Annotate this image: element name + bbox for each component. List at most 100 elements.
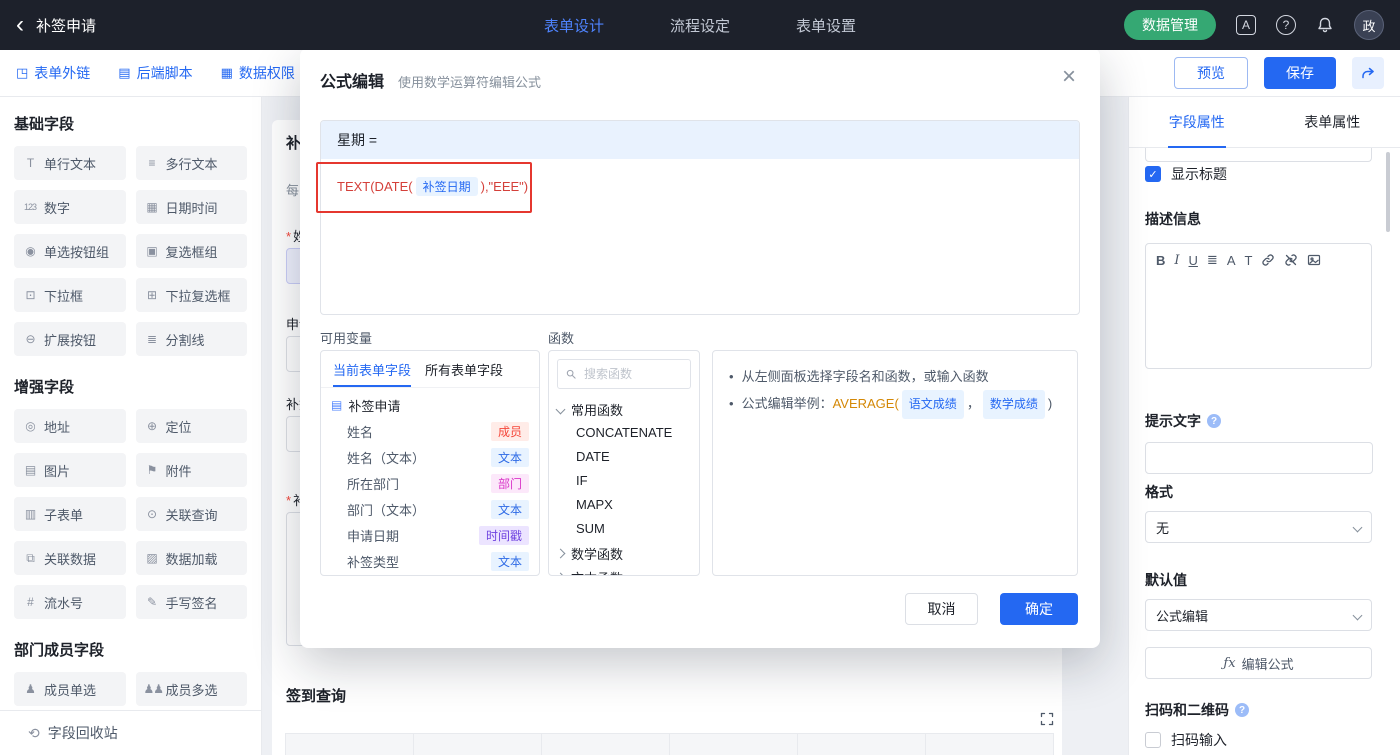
language-icon[interactable]: A bbox=[1236, 15, 1256, 35]
sidebar-item-subform[interactable]: ▥ 子表单 bbox=[14, 497, 126, 531]
italic-icon[interactable]: I bbox=[1174, 253, 1179, 268]
help-example-line: • 公式编辑举例：AVERAGE(语文成绩，数学成绩) bbox=[729, 390, 1061, 419]
sidebar-item-data-load[interactable]: ▨ 数据加载 bbox=[135, 541, 247, 575]
function-item[interactable]: IF bbox=[549, 469, 699, 493]
sidebar-item-lookup-query[interactable]: ⊙ 关联查询 bbox=[135, 497, 247, 531]
function-group-common[interactable]: 常用函数 bbox=[549, 397, 699, 421]
sidebar-item-multi-select[interactable]: ⊞ 下拉复选框 bbox=[135, 278, 247, 312]
font-size-icon[interactable]: T bbox=[1245, 253, 1253, 268]
help-icon[interactable]: ? bbox=[1276, 15, 1296, 35]
unlink-icon[interactable] bbox=[1284, 253, 1298, 267]
variable-row[interactable]: 申请日期 时间戳 bbox=[321, 522, 539, 548]
chevron-down-icon bbox=[555, 404, 566, 414]
variable-row[interactable]: 姓名（文本） 文本 bbox=[321, 444, 539, 470]
address-icon: ◎ bbox=[25, 419, 35, 433]
functions-panel: 常用函数 CONCATENATE DATE IF MAPX SUM 数学函数 文… bbox=[548, 350, 700, 576]
tab-all-form-fields[interactable]: 所有表单字段 bbox=[425, 351, 503, 387]
form-node[interactable]: ▤ 补签申请 bbox=[321, 392, 539, 418]
function-item[interactable]: MAPX bbox=[549, 493, 699, 517]
share-button[interactable] bbox=[1352, 57, 1384, 89]
function-search-input[interactable] bbox=[581, 366, 682, 382]
tab-field-properties[interactable]: 字段属性 bbox=[1129, 97, 1265, 147]
variable-row[interactable]: 部门（文本） 文本 bbox=[321, 496, 539, 522]
scan-help-icon[interactable]: ? bbox=[1235, 703, 1249, 717]
sidebar-item-image[interactable]: ▤ 图片 bbox=[14, 453, 126, 487]
sidebar-item-attachment[interactable]: ⚑ 附件 bbox=[135, 453, 247, 487]
insert-image-icon[interactable] bbox=[1307, 253, 1321, 267]
hint-text-label: 提示文字 ? bbox=[1145, 411, 1221, 431]
topbar: ‹ 补签申请 表单设计 流程设定 表单设置 数据管理 A ? 政 bbox=[0, 0, 1400, 50]
variable-row[interactable]: 所在部门 部门 bbox=[321, 470, 539, 496]
back-icon[interactable]: ‹ bbox=[16, 13, 24, 37]
sidebar-item-single-line-text[interactable]: T 单行文本 bbox=[14, 146, 126, 180]
avatar[interactable]: 政 bbox=[1354, 10, 1384, 40]
hint-text-input[interactable] bbox=[1145, 442, 1373, 474]
backend-script-label: 后端脚本 bbox=[136, 65, 193, 81]
close-icon[interactable]: × bbox=[1062, 60, 1076, 94]
sidebar-item-signature[interactable]: ✎ 手写签名 bbox=[135, 585, 247, 619]
show-title-checkbox[interactable]: ✓ 显示标题 bbox=[1145, 164, 1227, 184]
bell-icon[interactable] bbox=[1316, 16, 1334, 34]
confirm-button[interactable]: 确定 bbox=[1000, 593, 1078, 625]
format-select[interactable]: 无 bbox=[1145, 511, 1372, 543]
sidebar-item-select[interactable]: ⊡ 下拉框 bbox=[14, 278, 126, 312]
cancel-button[interactable]: 取消 bbox=[905, 593, 978, 625]
function-item[interactable]: DATE bbox=[549, 445, 699, 469]
link-icon[interactable] bbox=[1261, 253, 1275, 267]
sidebar-item-radio-group[interactable]: ◉ 单选按钮组 bbox=[14, 234, 126, 268]
sidebar-item-location[interactable]: ⊕ 定位 bbox=[135, 409, 247, 443]
linked-data-icon: ⧉ bbox=[26, 550, 35, 565]
nav-tab-form-design[interactable]: 表单设计 bbox=[544, 15, 604, 36]
formula-editor[interactable]: 星期 = TEXT(DATE(补签日期),"EEE") bbox=[320, 120, 1080, 315]
formula-help-panel: • 从左侧面板选择字段名和函数，或输入函数 • 公式编辑举例：AVERAGE(语文成… bbox=[712, 350, 1078, 576]
data-permission-label: 数据权限 bbox=[238, 65, 295, 81]
tab-form-properties[interactable]: 表单属性 bbox=[1265, 97, 1400, 147]
sidebar-item-extend-button[interactable]: ⊖ 扩展按钮 bbox=[14, 322, 126, 356]
function-item[interactable]: SUM bbox=[549, 517, 699, 541]
function-item[interactable]: CONCATENATE bbox=[549, 421, 699, 445]
default-value-select[interactable]: 公式编辑 bbox=[1145, 599, 1372, 631]
sidebar-item-address[interactable]: ◎ 地址 bbox=[14, 409, 126, 443]
function-group-math[interactable]: 数学函数 bbox=[549, 541, 699, 565]
variable-row[interactable]: 姓名 成员 bbox=[321, 418, 539, 444]
bold-icon[interactable]: B bbox=[1156, 253, 1165, 268]
data-permission-link[interactable]: ▦ 数据权限 bbox=[221, 63, 295, 83]
preview-button[interactable]: 预览 bbox=[1174, 57, 1248, 89]
sidebar-item-number[interactable]: 123 数字 bbox=[14, 190, 126, 224]
data-manage-button[interactable]: 数据管理 bbox=[1124, 10, 1216, 40]
sidebar-item-member-single[interactable]: ♟ 成员单选 bbox=[14, 672, 126, 706]
function-search[interactable] bbox=[557, 359, 691, 389]
sidebar-item-checkbox-group[interactable]: ▣ 复选框组 bbox=[135, 234, 247, 268]
form-external-link[interactable]: ◳ 表单外链 bbox=[16, 63, 90, 83]
description-editor[interactable]: B I U ≣ A T bbox=[1145, 243, 1372, 369]
sidebar-item-member-multi[interactable]: ♟♟ 成员多选 bbox=[135, 672, 247, 706]
chevron-right-icon bbox=[555, 572, 566, 575]
align-icon[interactable]: ≣ bbox=[1207, 252, 1218, 268]
field-recycle-bin[interactable]: ⟲ 字段回收站 bbox=[0, 710, 261, 755]
sidebar-item-divider[interactable]: ≣ 分割线 bbox=[135, 322, 247, 356]
sidebar-item-multi-line-text[interactable]: ≡ 多行文本 bbox=[135, 146, 247, 180]
formula-expression[interactable]: TEXT(DATE(补签日期),"EEE") bbox=[321, 159, 1079, 214]
fullscreen-icon[interactable] bbox=[1040, 712, 1054, 731]
variable-row[interactable]: 补签类型 文本 bbox=[321, 548, 539, 574]
hint-help-icon[interactable]: ? bbox=[1207, 414, 1221, 428]
function-group-text[interactable]: 文本函数 bbox=[549, 565, 699, 575]
nav-tab-flow-settings[interactable]: 流程设定 bbox=[670, 15, 730, 36]
font-color-icon[interactable]: A bbox=[1227, 253, 1236, 268]
sidebar-item-linked-data[interactable]: ⧉ 关联数据 bbox=[14, 541, 126, 575]
sidebar-item-datetime[interactable]: ▦ 日期时间 bbox=[135, 190, 247, 224]
formula-result-label: 星期 = bbox=[321, 121, 1079, 159]
underline-icon[interactable]: U bbox=[1189, 253, 1198, 268]
lookup-query-icon: ⊙ bbox=[146, 507, 157, 521]
format-label: 格式 bbox=[1145, 484, 1173, 500]
sidebar-item-serial-number[interactable]: # 流水号 bbox=[14, 585, 126, 619]
variable-chip[interactable]: 补签日期 bbox=[415, 177, 478, 196]
save-button[interactable]: 保存 bbox=[1264, 57, 1336, 89]
backend-script-link[interactable]: ▤ 后端脚本 bbox=[118, 63, 192, 83]
panel-scrollbar[interactable] bbox=[1386, 152, 1390, 232]
scan-input-checkbox[interactable]: 扫码输入 bbox=[1145, 730, 1227, 750]
nav-tab-form-settings[interactable]: 表单设置 bbox=[796, 15, 856, 36]
edit-formula-button[interactable]: ƒx 编辑公式 bbox=[1145, 647, 1372, 679]
checkbox-icon: ▣ bbox=[146, 244, 157, 258]
tab-current-form-fields[interactable]: 当前表单字段 bbox=[333, 351, 412, 387]
